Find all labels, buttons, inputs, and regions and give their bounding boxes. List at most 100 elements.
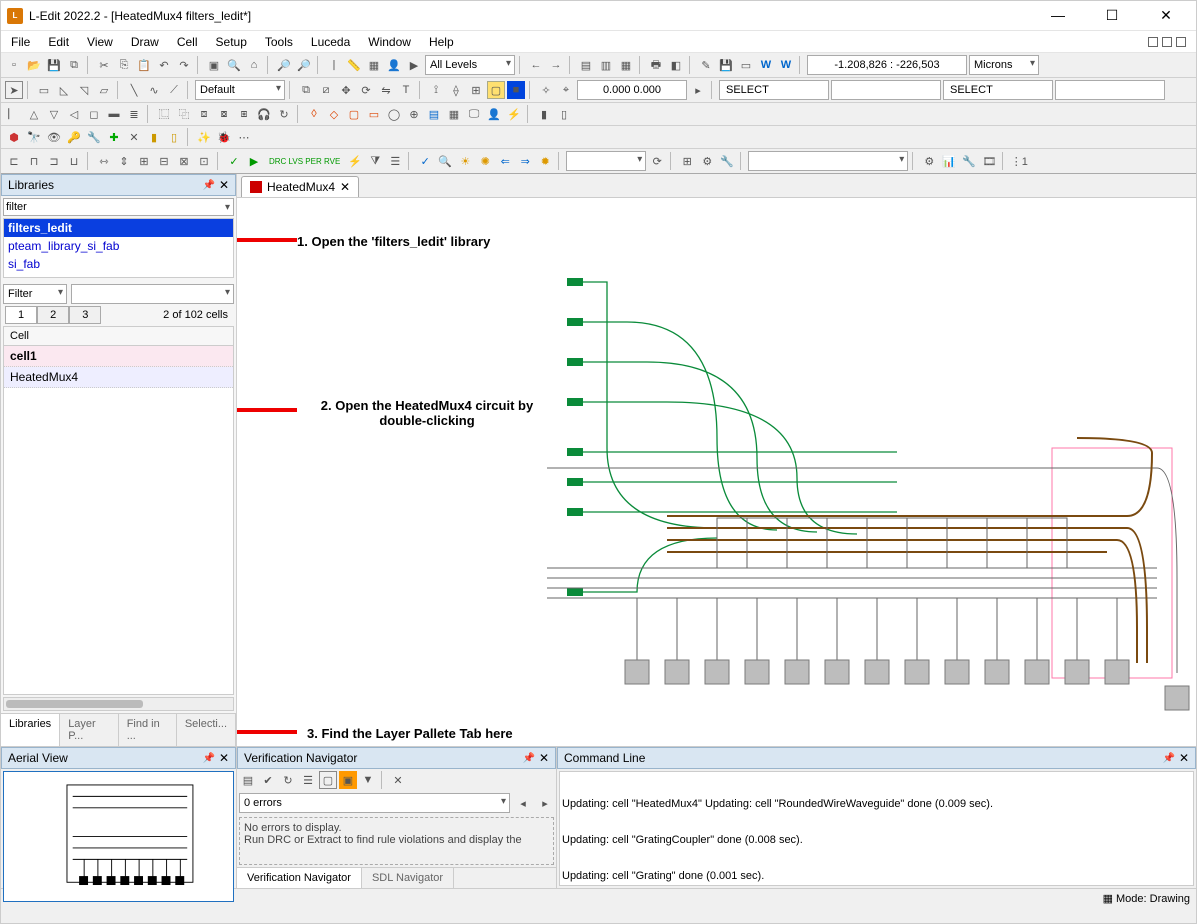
- poly3-tool-icon[interactable]: ▱: [95, 81, 113, 99]
- vnav-pin-icon[interactable]: 📌: [522, 753, 534, 764]
- menu-file[interactable]: File: [11, 35, 30, 49]
- group-icon[interactable]: ⧉: [297, 81, 315, 99]
- align-l-icon[interactable]: ⎸: [5, 105, 23, 123]
- cell-tab-2[interactable]: 2: [37, 306, 69, 324]
- bug-icon[interactable]: 🐞: [215, 128, 233, 146]
- copy-icon[interactable]: ⎘: [115, 56, 133, 74]
- cross-icon[interactable]: ✕: [125, 128, 143, 146]
- grp3-icon[interactable]: ⧈: [195, 105, 213, 123]
- empty-combo-1[interactable]: [566, 151, 646, 171]
- select-box-icon[interactable]: ▢: [487, 81, 505, 99]
- line3-tool-icon[interactable]: ⟋: [165, 81, 183, 99]
- db-icon[interactable]: ▭: [737, 56, 755, 74]
- doc-tab-heatedmux4[interactable]: HeatedMux4 ✕: [241, 176, 359, 197]
- check2-icon[interactable]: ✓: [416, 152, 434, 170]
- w2-icon[interactable]: W: [777, 56, 795, 74]
- tab-layer-palette[interactable]: Layer P...: [60, 714, 119, 746]
- pin-icon[interactable]: 📌: [202, 180, 214, 191]
- maximize-button[interactable]: ☐: [1094, 7, 1130, 24]
- hierarchy-icon[interactable]: ⼁: [325, 56, 343, 74]
- extra4-icon[interactable]: ⊡: [195, 152, 213, 170]
- chk-icon[interactable]: ✓: [225, 152, 243, 170]
- cell-filter-value[interactable]: [71, 284, 234, 304]
- menu-help[interactable]: Help: [429, 35, 454, 49]
- list2-icon[interactable]: ☰: [386, 152, 404, 170]
- flip-icon[interactable]: ⇋: [377, 81, 395, 99]
- pencil-icon[interactable]: ✎: [697, 56, 715, 74]
- grid-icon[interactable]: ▦: [365, 56, 383, 74]
- film-icon[interactable]: 🎞: [980, 152, 998, 170]
- grp1-icon[interactable]: ⿺: [155, 105, 173, 123]
- vnav-down-icon[interactable]: ▼: [359, 771, 377, 789]
- disk-icon[interactable]: 💾: [717, 56, 735, 74]
- shape2-icon[interactable]: ◇: [325, 105, 343, 123]
- shape1-icon[interactable]: ◊: [305, 105, 323, 123]
- levels-combo[interactable]: All Levels: [425, 55, 515, 75]
- minimize-button[interactable]: —: [1040, 7, 1076, 24]
- dist-h-icon[interactable]: ⇿: [95, 152, 113, 170]
- person2-icon[interactable]: 👤: [485, 105, 503, 123]
- vnav-del-icon[interactable]: ✕: [389, 771, 407, 789]
- arrow-right-icon[interactable]: →: [547, 56, 565, 74]
- library-item-pteam[interactable]: pteam_library_si_fab: [4, 237, 233, 255]
- ungroup-icon[interactable]: ⧄: [317, 81, 335, 99]
- shape4-icon[interactable]: ▭: [365, 105, 383, 123]
- vnav-prev-icon[interactable]: ◂: [514, 794, 532, 812]
- grp2-icon[interactable]: ⿻: [175, 105, 193, 123]
- cell-hscroll[interactable]: [3, 697, 234, 711]
- paste-icon[interactable]: 📋: [135, 56, 153, 74]
- layers3-icon[interactable]: ▦: [617, 56, 635, 74]
- rect-tool-icon[interactable]: ▭: [35, 81, 53, 99]
- cursor-tool-icon[interactable]: ➤: [5, 81, 23, 99]
- wand-icon[interactable]: ✨: [195, 128, 213, 146]
- grp5-icon[interactable]: ⧆: [235, 105, 253, 123]
- drop-icon[interactable]: ⬢: [5, 128, 23, 146]
- move-icon[interactable]: ✥: [337, 81, 355, 99]
- extra1-icon[interactable]: ⊞: [135, 152, 153, 170]
- w1-icon[interactable]: W: [757, 56, 775, 74]
- flag2-icon[interactable]: ▯: [555, 105, 573, 123]
- doc-tab-close-icon[interactable]: ✕: [340, 180, 350, 194]
- snap-icon[interactable]: ✧: [537, 81, 555, 99]
- find2-icon[interactable]: 🔎: [295, 56, 313, 74]
- measure2-icon[interactable]: ⟠: [447, 81, 465, 99]
- empty-combo-2[interactable]: [748, 151, 908, 171]
- win-icon[interactable]: ⊞: [678, 152, 696, 170]
- chart-icon[interactable]: 📊: [940, 152, 958, 170]
- mdi-close-icon[interactable]: [1176, 37, 1186, 47]
- vnav-check-icon[interactable]: ✔: [259, 771, 277, 789]
- menu-cell[interactable]: Cell: [177, 35, 198, 49]
- snap2-icon[interactable]: ⌖: [557, 81, 575, 99]
- vnav-list-icon[interactable]: ☰: [299, 771, 317, 789]
- al-r-icon[interactable]: ⊐: [45, 152, 63, 170]
- menu-view[interactable]: View: [87, 35, 113, 49]
- stack-icon[interactable]: ≣: [125, 105, 143, 123]
- coord-box[interactable]: 0.000 0.000: [577, 80, 687, 100]
- poly2-tool-icon[interactable]: ◹: [75, 81, 93, 99]
- play3-icon[interactable]: ▶: [245, 152, 263, 170]
- sun1-icon[interactable]: ☀: [456, 152, 474, 170]
- vnav-next-icon[interactable]: ▸: [536, 794, 554, 812]
- panel-close-icon[interactable]: ✕: [219, 178, 229, 192]
- hp-icon[interactable]: 🎧: [255, 105, 273, 123]
- select-fill-icon[interactable]: ■: [507, 81, 525, 99]
- cut-icon[interactable]: ✂: [95, 56, 113, 74]
- num1-icon[interactable]: ⋮1: [1010, 152, 1028, 170]
- person-icon[interactable]: 👤: [385, 56, 403, 74]
- layout-canvas[interactable]: 1. Open the 'filters_ledit' library 2. O…: [237, 198, 1196, 746]
- vnav-close-icon[interactable]: ✕: [539, 751, 549, 765]
- zoom-fit-icon[interactable]: ▣: [205, 56, 223, 74]
- ruler-icon[interactable]: 📏: [345, 56, 363, 74]
- extra2-icon[interactable]: ⊟: [155, 152, 173, 170]
- go-icon[interactable]: ▸: [689, 81, 707, 99]
- gear2-icon[interactable]: ⚙: [920, 152, 938, 170]
- shape3-icon[interactable]: ▢: [345, 105, 363, 123]
- tab-find-in[interactable]: Find in ...: [119, 714, 177, 746]
- bino-icon[interactable]: 🔭: [25, 128, 43, 146]
- vnav-sel2-icon[interactable]: ▣: [339, 771, 357, 789]
- play-icon[interactable]: ▶: [405, 56, 423, 74]
- menu-tools[interactable]: Tools: [265, 35, 293, 49]
- sq1-icon[interactable]: ◻: [85, 105, 103, 123]
- library-item-filters-ledit[interactable]: filters_ledit: [4, 219, 233, 237]
- cmd-close-icon[interactable]: ✕: [1179, 751, 1189, 765]
